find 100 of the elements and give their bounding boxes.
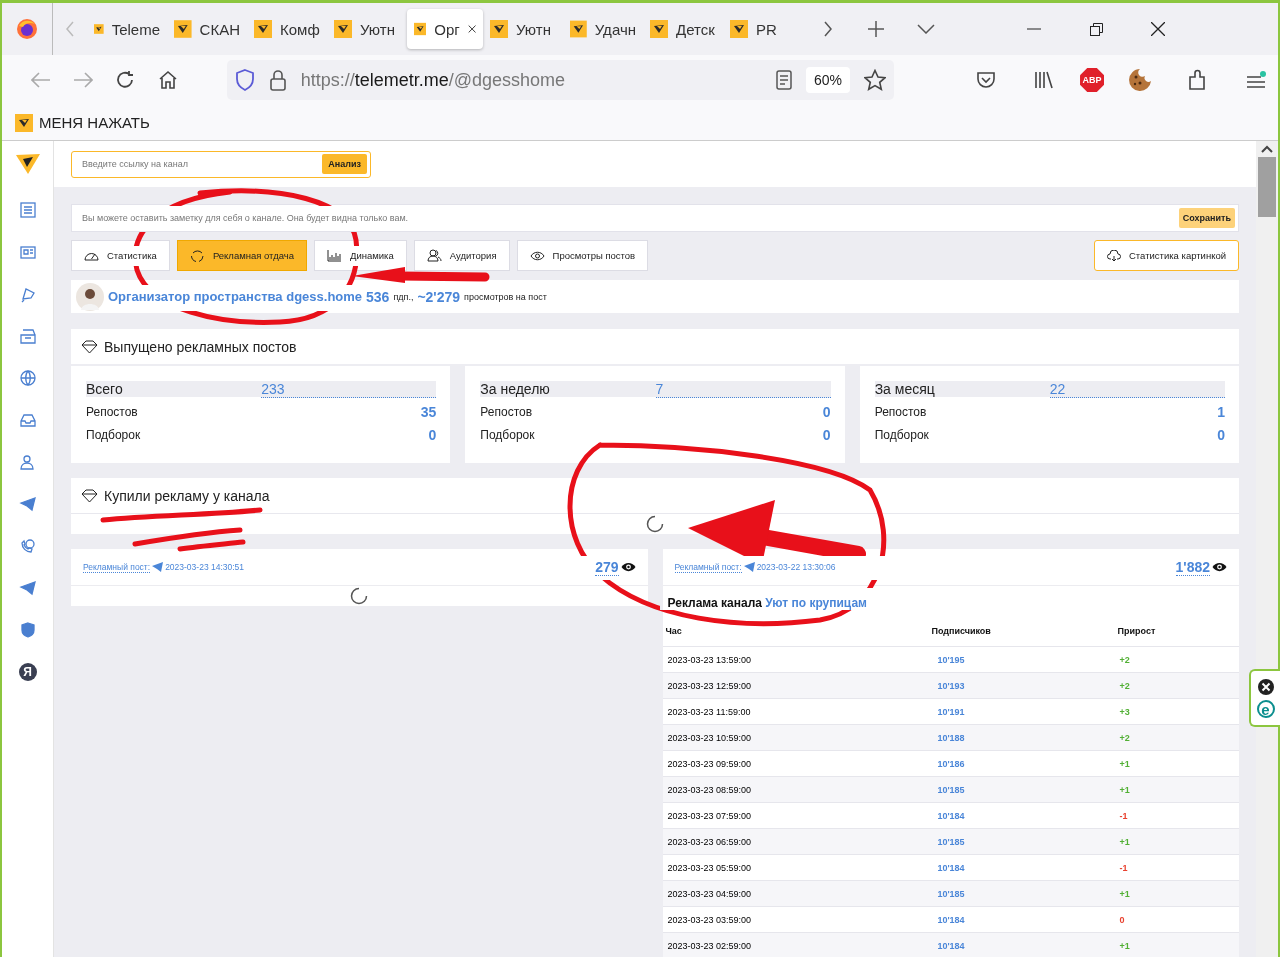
stat-label: Подборок — [874, 428, 929, 442]
time-cell: 2023-03-23 02:59:00 — [662, 932, 929, 957]
section-tab[interactable]: Статистика — [71, 240, 170, 271]
chevron-right-icon[interactable] — [823, 21, 833, 37]
shield-icon[interactable] — [234, 69, 255, 91]
star-icon[interactable] — [864, 69, 887, 91]
time-cell: 2023-03-23 12:59:00 — [662, 672, 929, 699]
stat-label: Подборок — [86, 428, 141, 442]
column-header: Час — [662, 616, 929, 647]
inbox-icon[interactable] — [18, 327, 37, 345]
ad-title: Реклама канала Уют по крупицам — [666, 595, 868, 612]
eye-icon — [529, 250, 545, 261]
stat-label: Репостов — [480, 405, 533, 419]
cookie-icon[interactable] — [1128, 68, 1153, 92]
pocket-icon[interactable] — [976, 71, 997, 89]
change-cell: +2 — [1114, 724, 1239, 751]
paper-plane-icon — [152, 562, 164, 572]
change-cell: +1 — [1114, 880, 1239, 907]
close-icon[interactable] — [467, 23, 476, 35]
stat-label: За неделю — [480, 381, 656, 397]
zoom-level-button[interactable]: 60% — [806, 67, 851, 93]
change-cell: +2 — [1114, 672, 1239, 699]
browser-tab[interactable]: СКАН — [167, 9, 247, 49]
section-tab[interactable]: Рекламная отдача — [176, 240, 307, 271]
browser-tab[interactable]: Уютн — [327, 9, 407, 49]
close-icon[interactable] — [1256, 678, 1275, 696]
subscribers-cell: 10'185 — [928, 880, 1115, 907]
section-tab[interactable]: Динамика — [314, 240, 407, 271]
eye-icon — [1212, 562, 1227, 572]
image-stats-button[interactable]: Статистика картинкой — [1094, 240, 1239, 271]
lock-icon[interactable] — [268, 69, 287, 91]
favicon-icon — [730, 20, 748, 38]
adblock-button[interactable]: ABP — [1080, 68, 1105, 92]
views-count[interactable]: 1'882 — [1175, 558, 1210, 576]
time-cell: 2023-03-23 08:59:00 — [662, 776, 929, 803]
chart-icon — [327, 249, 342, 262]
note-field[interactable]: Вы можете оставить заметку для себя о канале. Она будет видна только вам. Сохранить — [71, 204, 1239, 232]
section-tab[interactable]: Просмотры постов — [516, 240, 649, 271]
subscribers-cell: 10'185 — [928, 828, 1115, 855]
save-button[interactable]: Сохранить — [1178, 208, 1235, 228]
list-icon[interactable] — [18, 201, 37, 219]
browser-tab[interactable]: Удачн — [563, 9, 643, 49]
change-cell: +1 — [1114, 776, 1239, 803]
section-tab[interactable]: Аудитория — [413, 240, 510, 271]
post-date: 2023-03-23 14:30:51 — [165, 562, 245, 572]
section-title: Выпущено рекламных постов — [104, 338, 297, 355]
favicon-icon — [650, 20, 668, 38]
stat-value: 1 — [1217, 404, 1225, 420]
browser-tab[interactable]: Детск — [643, 9, 723, 49]
favicon-icon — [254, 20, 272, 38]
time-cell: 2023-03-23 04:59:00 — [662, 880, 929, 907]
favicon-icon — [570, 20, 587, 38]
post-type-link[interactable]: Рекламный пост: — [674, 561, 742, 573]
cloud-download-icon — [1107, 249, 1121, 262]
column-header: Прирост — [1114, 616, 1239, 647]
browser-tab[interactable]: Комф — [247, 9, 327, 49]
analyze-button[interactable]: Анализ — [322, 154, 367, 174]
bookmark-item[interactable]: МЕНЯ НАЖАТЬ — [15, 113, 150, 132]
library-icon[interactable] — [1034, 71, 1055, 89]
reader-view-icon[interactable] — [776, 70, 792, 90]
shield-icon[interactable] — [18, 621, 37, 639]
paper-plane-icon[interactable] — [18, 495, 37, 513]
diamond-icon — [81, 488, 98, 503]
stat-value: 0 — [822, 404, 831, 420]
browser-tab[interactable]: PR — [723, 9, 803, 49]
post-type-link[interactable]: Рекламный пост: — [83, 561, 151, 573]
cycle-icon — [189, 248, 205, 263]
scrollbar-thumb[interactable] — [1258, 157, 1276, 217]
browser-tab[interactable]: Уютн — [483, 9, 563, 49]
chevron-down-icon[interactable] — [917, 24, 935, 34]
favicon-icon — [174, 20, 192, 38]
column-header: Подписчиков — [928, 616, 1115, 647]
stat-value: 35 — [420, 404, 437, 420]
subscriber-unit: пдп., — [393, 291, 414, 302]
time-cell: 2023-03-23 06:59:00 — [662, 828, 929, 855]
paper-plane-icon[interactable] — [18, 579, 37, 597]
channel-name-link[interactable]: Организатор пространства dgess.home — [108, 289, 363, 304]
reload-icon[interactable] — [115, 70, 136, 90]
address-bar[interactable]: https://telemetr.me/@dgesshome 60% — [226, 60, 895, 100]
tray-icon[interactable] — [18, 411, 37, 429]
post-date: 2023-03-22 13:30:06 — [756, 562, 836, 572]
subscriber-count: 536 — [366, 288, 390, 305]
newspaper-icon[interactable] — [18, 243, 37, 261]
browser-tab[interactable]: Teleme — [87, 9, 167, 49]
channel-link-field[interactable]: Введите ссылку на канал Анализ — [71, 150, 371, 178]
stat-label: За месяц — [874, 381, 1050, 397]
globe-icon[interactable] — [18, 369, 37, 387]
logo-icon[interactable] — [14, 153, 41, 175]
scroll-up-icon[interactable] — [1261, 145, 1273, 153]
subscribers-cell: 10'184 — [928, 932, 1115, 957]
menu-icon[interactable] — [1246, 71, 1267, 89]
phone-icon[interactable] — [18, 537, 37, 555]
users-icon[interactable] — [18, 453, 37, 471]
home-icon[interactable] — [157, 70, 178, 90]
yandex-icon[interactable]: Я — [18, 663, 37, 681]
views-count[interactable]: 279 — [595, 558, 619, 576]
diamond-icon — [81, 339, 98, 354]
fox-logo-icon[interactable] — [16, 18, 38, 40]
browser-tab[interactable]: Орг — [407, 9, 483, 49]
antivirus-icon[interactable]: e — [1256, 700, 1275, 718]
